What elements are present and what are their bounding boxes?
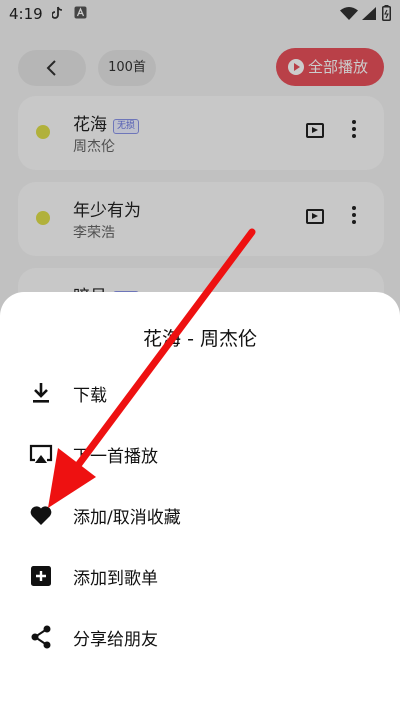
cast-icon xyxy=(29,444,53,463)
download-icon xyxy=(33,383,49,403)
menu-item-favorite[interactable]: 添加/取消收藏 xyxy=(0,490,400,538)
heart-icon xyxy=(30,506,52,525)
menu-item-download[interactable]: 下载 xyxy=(0,368,400,416)
add-box-icon xyxy=(31,566,51,586)
menu-item-add-to-playlist[interactable]: 添加到歌单 xyxy=(0,551,400,599)
menu-item-play-next[interactable]: 下一首播放 xyxy=(0,429,400,477)
action-bottom-sheet: 花海 - 周杰伦 下载 下一首播放 添加/取消收藏 添加到歌单 分享给朋友 xyxy=(0,292,400,712)
menu-item-label: 下一首播放 xyxy=(73,447,158,467)
menu-item-label: 添加/取消收藏 xyxy=(73,508,181,528)
share-icon xyxy=(31,625,51,649)
menu-item-label: 分享给朋友 xyxy=(73,630,158,650)
menu-item-label: 添加到歌单 xyxy=(73,569,158,589)
menu-item-share[interactable]: 分享给朋友 xyxy=(0,612,400,660)
menu-item-label: 下载 xyxy=(73,386,107,406)
sheet-title: 花海 - 周杰伦 xyxy=(143,328,257,350)
